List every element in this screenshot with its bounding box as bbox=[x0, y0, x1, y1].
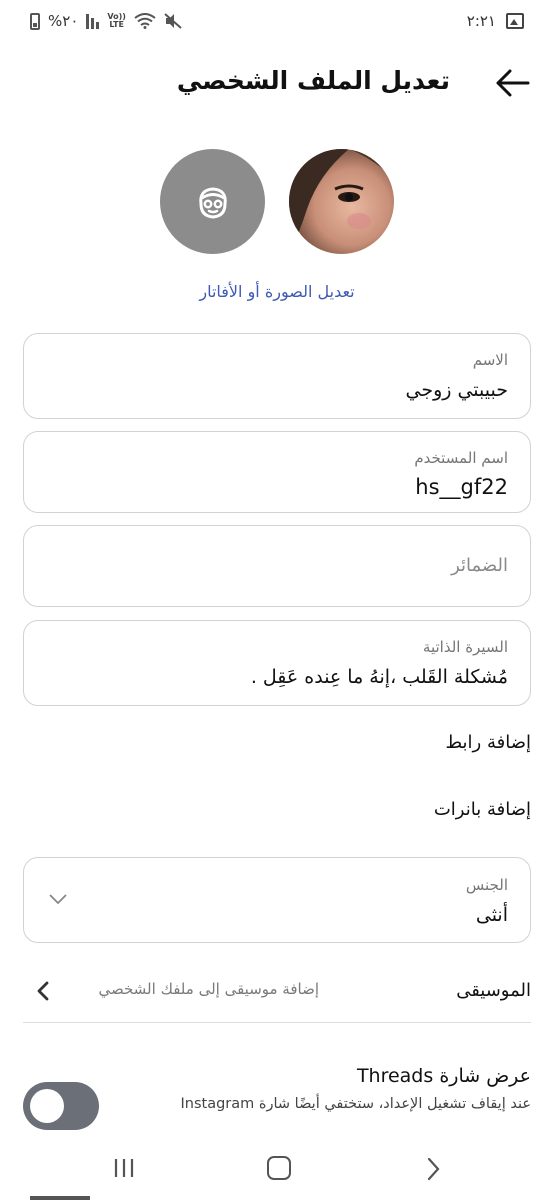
profile-photo[interactable] bbox=[289, 149, 394, 254]
add-banners-button[interactable]: إضافة بانرات bbox=[434, 799, 531, 820]
mute-icon bbox=[164, 13, 182, 29]
wifi-icon bbox=[134, 13, 156, 29]
battery-icon bbox=[30, 12, 40, 30]
toggle-knob bbox=[30, 1089, 64, 1123]
chevron-left-icon bbox=[37, 981, 49, 1001]
threads-badge-title: عرض شارة Threads bbox=[356, 1065, 531, 1087]
bottom-strip bbox=[30, 1196, 90, 1200]
threads-badge-description: عند إيقاف تشغيل الإعداد، ستختفي أيضًا شا… bbox=[180, 1096, 532, 1112]
gender-select[interactable]: الجنس أنثى bbox=[23, 857, 531, 943]
nav-back-icon[interactable] bbox=[424, 1156, 442, 1182]
edit-photo-link[interactable]: تعديل الصورة أو الأفاتار bbox=[0, 282, 554, 301]
username-value: hs__gf22 bbox=[415, 475, 508, 499]
volte-icon: Vo)) LTE bbox=[107, 12, 126, 29]
home-icon[interactable] bbox=[267, 1156, 291, 1180]
avatar-face-icon bbox=[198, 186, 227, 219]
system-nav-bar bbox=[0, 1140, 554, 1200]
username-field[interactable]: اسم المستخدم hs__gf22 bbox=[23, 431, 531, 513]
bio-value: مُشكلة القَلب ،إنهُ ما عِنده عَقِل . bbox=[250, 666, 508, 688]
gender-value: أنثى bbox=[475, 904, 508, 926]
add-link-button[interactable]: إضافة رابط bbox=[445, 732, 531, 753]
divider bbox=[23, 1022, 531, 1023]
profile-photo-image bbox=[289, 149, 394, 254]
name-label: الاسم bbox=[472, 351, 508, 369]
bio-label: السيرة الذاتية bbox=[422, 638, 508, 656]
music-label: الموسيقى bbox=[456, 980, 531, 1001]
status-right: ٢:٢١ bbox=[467, 12, 524, 30]
name-value: حبيبتي زوجي bbox=[405, 379, 509, 401]
header: تعديل الملف الشخصي bbox=[0, 52, 554, 112]
gallery-notification-icon bbox=[506, 13, 524, 29]
back-arrow-icon[interactable] bbox=[494, 64, 532, 102]
username-label: اسم المستخدم bbox=[414, 449, 508, 467]
battery-percent: %٢٠ bbox=[48, 12, 79, 30]
name-field[interactable]: الاسم حبيبتي زوجي bbox=[23, 333, 531, 419]
page-title: تعديل الملف الشخصي bbox=[176, 66, 450, 95]
avatar-creator[interactable] bbox=[160, 149, 265, 254]
music-row[interactable]: الموسيقى إضافة موسيقى إلى ملفك الشخصي bbox=[23, 968, 531, 1016]
threads-badge-toggle[interactable] bbox=[23, 1082, 99, 1130]
music-hint: إضافة موسيقى إلى ملفك الشخصي bbox=[98, 980, 319, 998]
bio-field[interactable]: السيرة الذاتية مُشكلة القَلب ،إنهُ ما عِ… bbox=[23, 620, 531, 706]
recents-icon[interactable] bbox=[112, 1156, 136, 1180]
clock: ٢:٢١ bbox=[466, 12, 496, 30]
status-bar: %٢٠ Vo)) LTE ٢:٢١ bbox=[0, 0, 554, 44]
pronouns-field[interactable]: الضمائر bbox=[23, 525, 531, 607]
status-left: %٢٠ Vo)) LTE bbox=[30, 12, 182, 30]
gender-label: الجنس bbox=[465, 876, 508, 894]
signal-icon bbox=[86, 13, 100, 29]
pronouns-placeholder: الضمائر bbox=[451, 555, 508, 576]
chevron-down-icon bbox=[49, 894, 67, 905]
